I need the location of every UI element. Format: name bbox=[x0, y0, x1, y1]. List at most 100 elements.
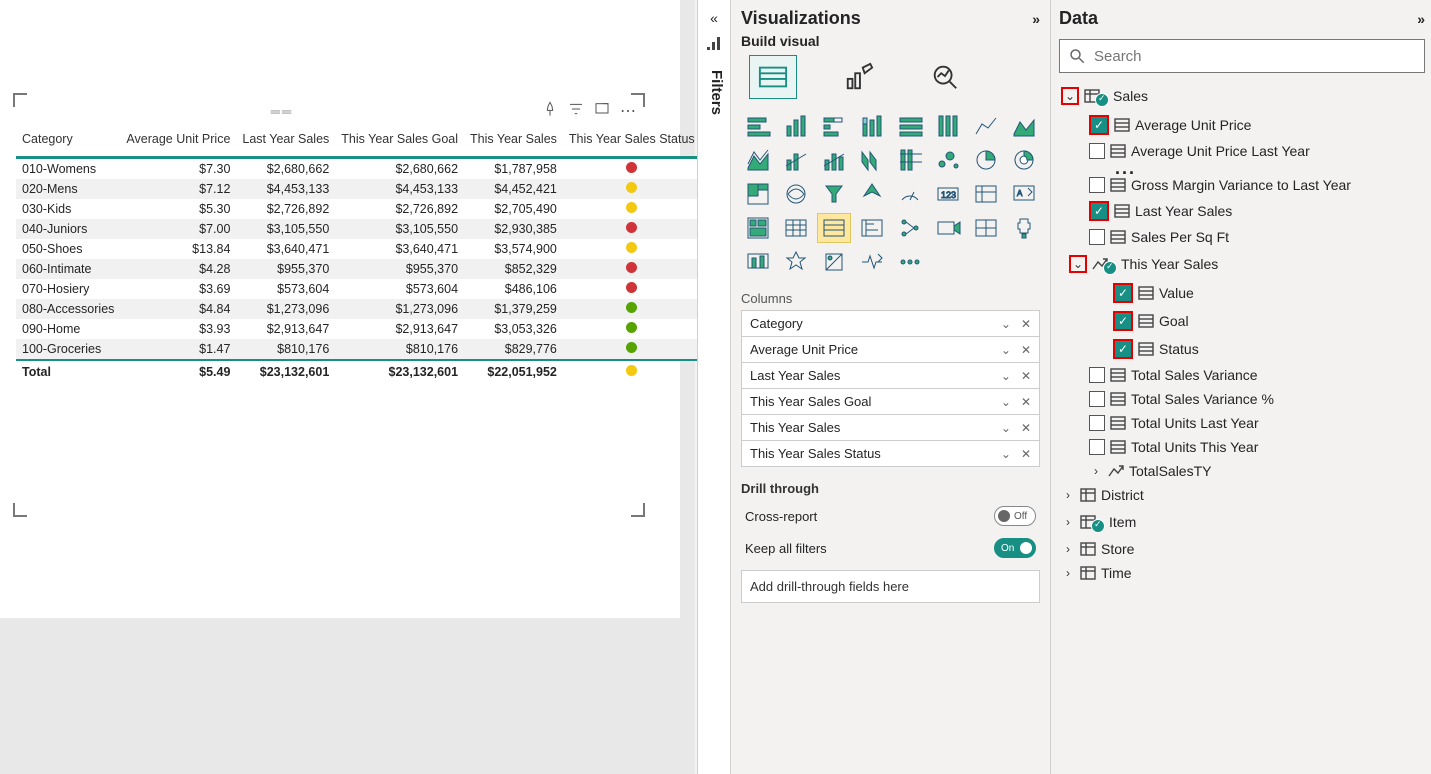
tree-field-row[interactable]: ✓ Status bbox=[1059, 335, 1425, 363]
viz-type-option[interactable] bbox=[741, 145, 775, 175]
tree-field-row[interactable]: Sales Per Sq Ft bbox=[1059, 225, 1425, 249]
tree-field-row[interactable]: Total Sales Variance % bbox=[1059, 387, 1425, 411]
column-header[interactable]: Average Unit Price bbox=[120, 126, 236, 158]
table-row[interactable]: 080-Accessories$4.84$1,273,096$1,273,096… bbox=[16, 299, 701, 319]
viz-type-option[interactable] bbox=[779, 111, 813, 141]
viz-type-option[interactable]: 123 bbox=[931, 179, 965, 209]
tree-field-row[interactable]: ✓ Last Year Sales bbox=[1059, 197, 1425, 225]
column-header[interactable]: This Year Sales Goal bbox=[335, 126, 464, 158]
viz-type-option[interactable] bbox=[741, 111, 775, 141]
tree-ellipsis[interactable]: ... bbox=[1059, 163, 1425, 173]
viz-type-option[interactable] bbox=[969, 213, 1003, 243]
remove-icon[interactable]: ✕ bbox=[1021, 343, 1031, 357]
remove-icon[interactable]: ✕ bbox=[1021, 421, 1031, 435]
viz-type-option[interactable] bbox=[817, 111, 851, 141]
field-well[interactable]: This Year Sales⌄✕ bbox=[742, 415, 1039, 441]
viz-type-option[interactable] bbox=[817, 179, 851, 209]
table-row[interactable]: 100-Groceries$1.47$810,176$810,176$829,7… bbox=[16, 339, 701, 360]
viz-type-option[interactable] bbox=[931, 213, 965, 243]
viz-type-option[interactable] bbox=[855, 179, 889, 209]
viz-type-option[interactable] bbox=[1007, 145, 1041, 175]
tree-table-row[interactable]: ⌄ Sales bbox=[1059, 81, 1425, 111]
remove-icon[interactable]: ✕ bbox=[1021, 395, 1031, 409]
tree-kpi-row[interactable]: ⌄ This Year Sales bbox=[1059, 249, 1425, 279]
tree-table-row[interactable]: › Time bbox=[1059, 561, 1425, 585]
viz-type-option[interactable] bbox=[931, 111, 965, 141]
viz-type-option[interactable] bbox=[855, 247, 889, 277]
field-well[interactable]: Last Year Sales⌄✕ bbox=[742, 363, 1039, 389]
table-visual[interactable]: ══ ⋯ CategoryAverage Unit PriceLast Year… bbox=[16, 96, 642, 514]
tree-field-row[interactable]: ✓ Value bbox=[1059, 279, 1425, 307]
filter-icon[interactable] bbox=[568, 101, 584, 121]
viz-type-option[interactable] bbox=[893, 111, 927, 141]
viz-type-option[interactable]: A bbox=[1007, 179, 1041, 209]
tree-field-row[interactable]: Total Units This Year bbox=[1059, 435, 1425, 459]
chevron-right-icon[interactable]: › bbox=[1089, 464, 1103, 478]
tree-field-row[interactable]: Gross Margin Variance to Last Year bbox=[1059, 173, 1425, 197]
table-row[interactable]: 010-Womens$7.30$2,680,662$2,680,662$1,78… bbox=[16, 158, 701, 180]
expand-left-icon[interactable]: « bbox=[698, 0, 730, 36]
viz-type-option[interactable] bbox=[931, 145, 965, 175]
tree-field-row[interactable]: Total Sales Variance bbox=[1059, 363, 1425, 387]
field-well[interactable]: This Year Sales Status⌄✕ bbox=[742, 441, 1039, 466]
viz-type-option[interactable] bbox=[1007, 213, 1041, 243]
table-row[interactable]: 060-Intimate$4.28$955,370$955,370$852,32… bbox=[16, 259, 701, 279]
viz-type-option[interactable] bbox=[779, 145, 813, 175]
viz-type-option[interactable] bbox=[893, 213, 927, 243]
chevron-right-icon[interactable]: › bbox=[1061, 566, 1075, 580]
drillthrough-dropzone[interactable]: Add drill-through fields here bbox=[741, 570, 1040, 603]
table-row[interactable]: 030-Kids$5.30$2,726,892$2,726,892$2,705,… bbox=[16, 199, 701, 219]
column-header[interactable]: This Year Sales Status bbox=[563, 126, 701, 158]
viz-type-option[interactable] bbox=[741, 179, 775, 209]
build-visual-tab[interactable] bbox=[749, 55, 797, 99]
field-checkbox[interactable]: ✓ bbox=[1091, 117, 1107, 133]
field-checkbox[interactable] bbox=[1089, 415, 1105, 431]
field-well[interactable]: Category⌄✕ bbox=[742, 311, 1039, 337]
field-checkbox[interactable] bbox=[1089, 177, 1105, 193]
viz-type-option[interactable] bbox=[779, 247, 813, 277]
collapse-right-icon[interactable]: » bbox=[1417, 11, 1425, 27]
field-checkbox[interactable] bbox=[1089, 367, 1105, 383]
field-well[interactable]: Average Unit Price⌄✕ bbox=[742, 337, 1039, 363]
table-row[interactable]: 050-Shoes$13.84$3,640,471$3,640,471$3,57… bbox=[16, 239, 701, 259]
remove-icon[interactable]: ✕ bbox=[1021, 447, 1031, 461]
chevron-down-icon[interactable]: ⌄ bbox=[1001, 343, 1011, 357]
collapse-right-icon[interactable]: » bbox=[1032, 11, 1040, 27]
field-checkbox[interactable] bbox=[1089, 391, 1105, 407]
viz-type-option[interactable] bbox=[741, 247, 775, 277]
tree-field-row[interactable]: Total Units Last Year bbox=[1059, 411, 1425, 435]
remove-icon[interactable]: ✕ bbox=[1021, 317, 1031, 331]
viz-type-option[interactable] bbox=[817, 145, 851, 175]
chevron-down-icon[interactable]: ⌄ bbox=[1063, 89, 1077, 103]
field-checkbox[interactable]: ✓ bbox=[1115, 341, 1131, 357]
keep-filters-toggle[interactable]: On bbox=[994, 538, 1036, 558]
viz-type-option[interactable] bbox=[893, 145, 927, 175]
viz-type-option[interactable] bbox=[969, 111, 1003, 141]
viz-type-option[interactable] bbox=[855, 145, 889, 175]
column-header[interactable]: This Year Sales bbox=[464, 126, 563, 158]
chevron-down-icon[interactable]: ⌄ bbox=[1001, 395, 1011, 409]
tree-table-row[interactable]: › Item bbox=[1059, 507, 1425, 537]
table-row[interactable]: 070-Hosiery$3.69$573,604$573,604$486,106 bbox=[16, 279, 701, 299]
column-header[interactable]: Last Year Sales bbox=[236, 126, 335, 158]
format-visual-tab[interactable] bbox=[835, 55, 883, 99]
field-checkbox[interactable] bbox=[1089, 143, 1105, 159]
viz-type-option[interactable] bbox=[779, 213, 813, 243]
drag-grip-icon[interactable]: ══ bbox=[22, 104, 542, 119]
field-checkbox[interactable]: ✓ bbox=[1115, 285, 1131, 301]
field-checkbox[interactable] bbox=[1089, 439, 1105, 455]
table-row[interactable]: 020-Mens$7.12$4,453,133$4,453,133$4,452,… bbox=[16, 179, 701, 199]
chevron-down-icon[interactable]: ⌄ bbox=[1001, 447, 1011, 461]
chevron-down-icon[interactable]: ⌄ bbox=[1001, 421, 1011, 435]
viz-type-option[interactable] bbox=[1007, 111, 1041, 141]
chevron-down-icon[interactable]: ⌄ bbox=[1001, 317, 1011, 331]
viz-type-option[interactable] bbox=[741, 213, 775, 243]
table-row[interactable]: 090-Home$3.93$2,913,647$2,913,647$3,053,… bbox=[16, 319, 701, 339]
tree-table-row[interactable]: › District bbox=[1059, 483, 1425, 507]
chevron-down-icon[interactable]: ⌄ bbox=[1001, 369, 1011, 383]
viz-type-option[interactable] bbox=[969, 179, 1003, 209]
focus-mode-icon[interactable] bbox=[594, 101, 610, 121]
viz-type-option[interactable] bbox=[855, 213, 889, 243]
tree-field-row[interactable]: ✓ Goal bbox=[1059, 307, 1425, 335]
chevron-right-icon[interactable]: › bbox=[1061, 542, 1075, 556]
